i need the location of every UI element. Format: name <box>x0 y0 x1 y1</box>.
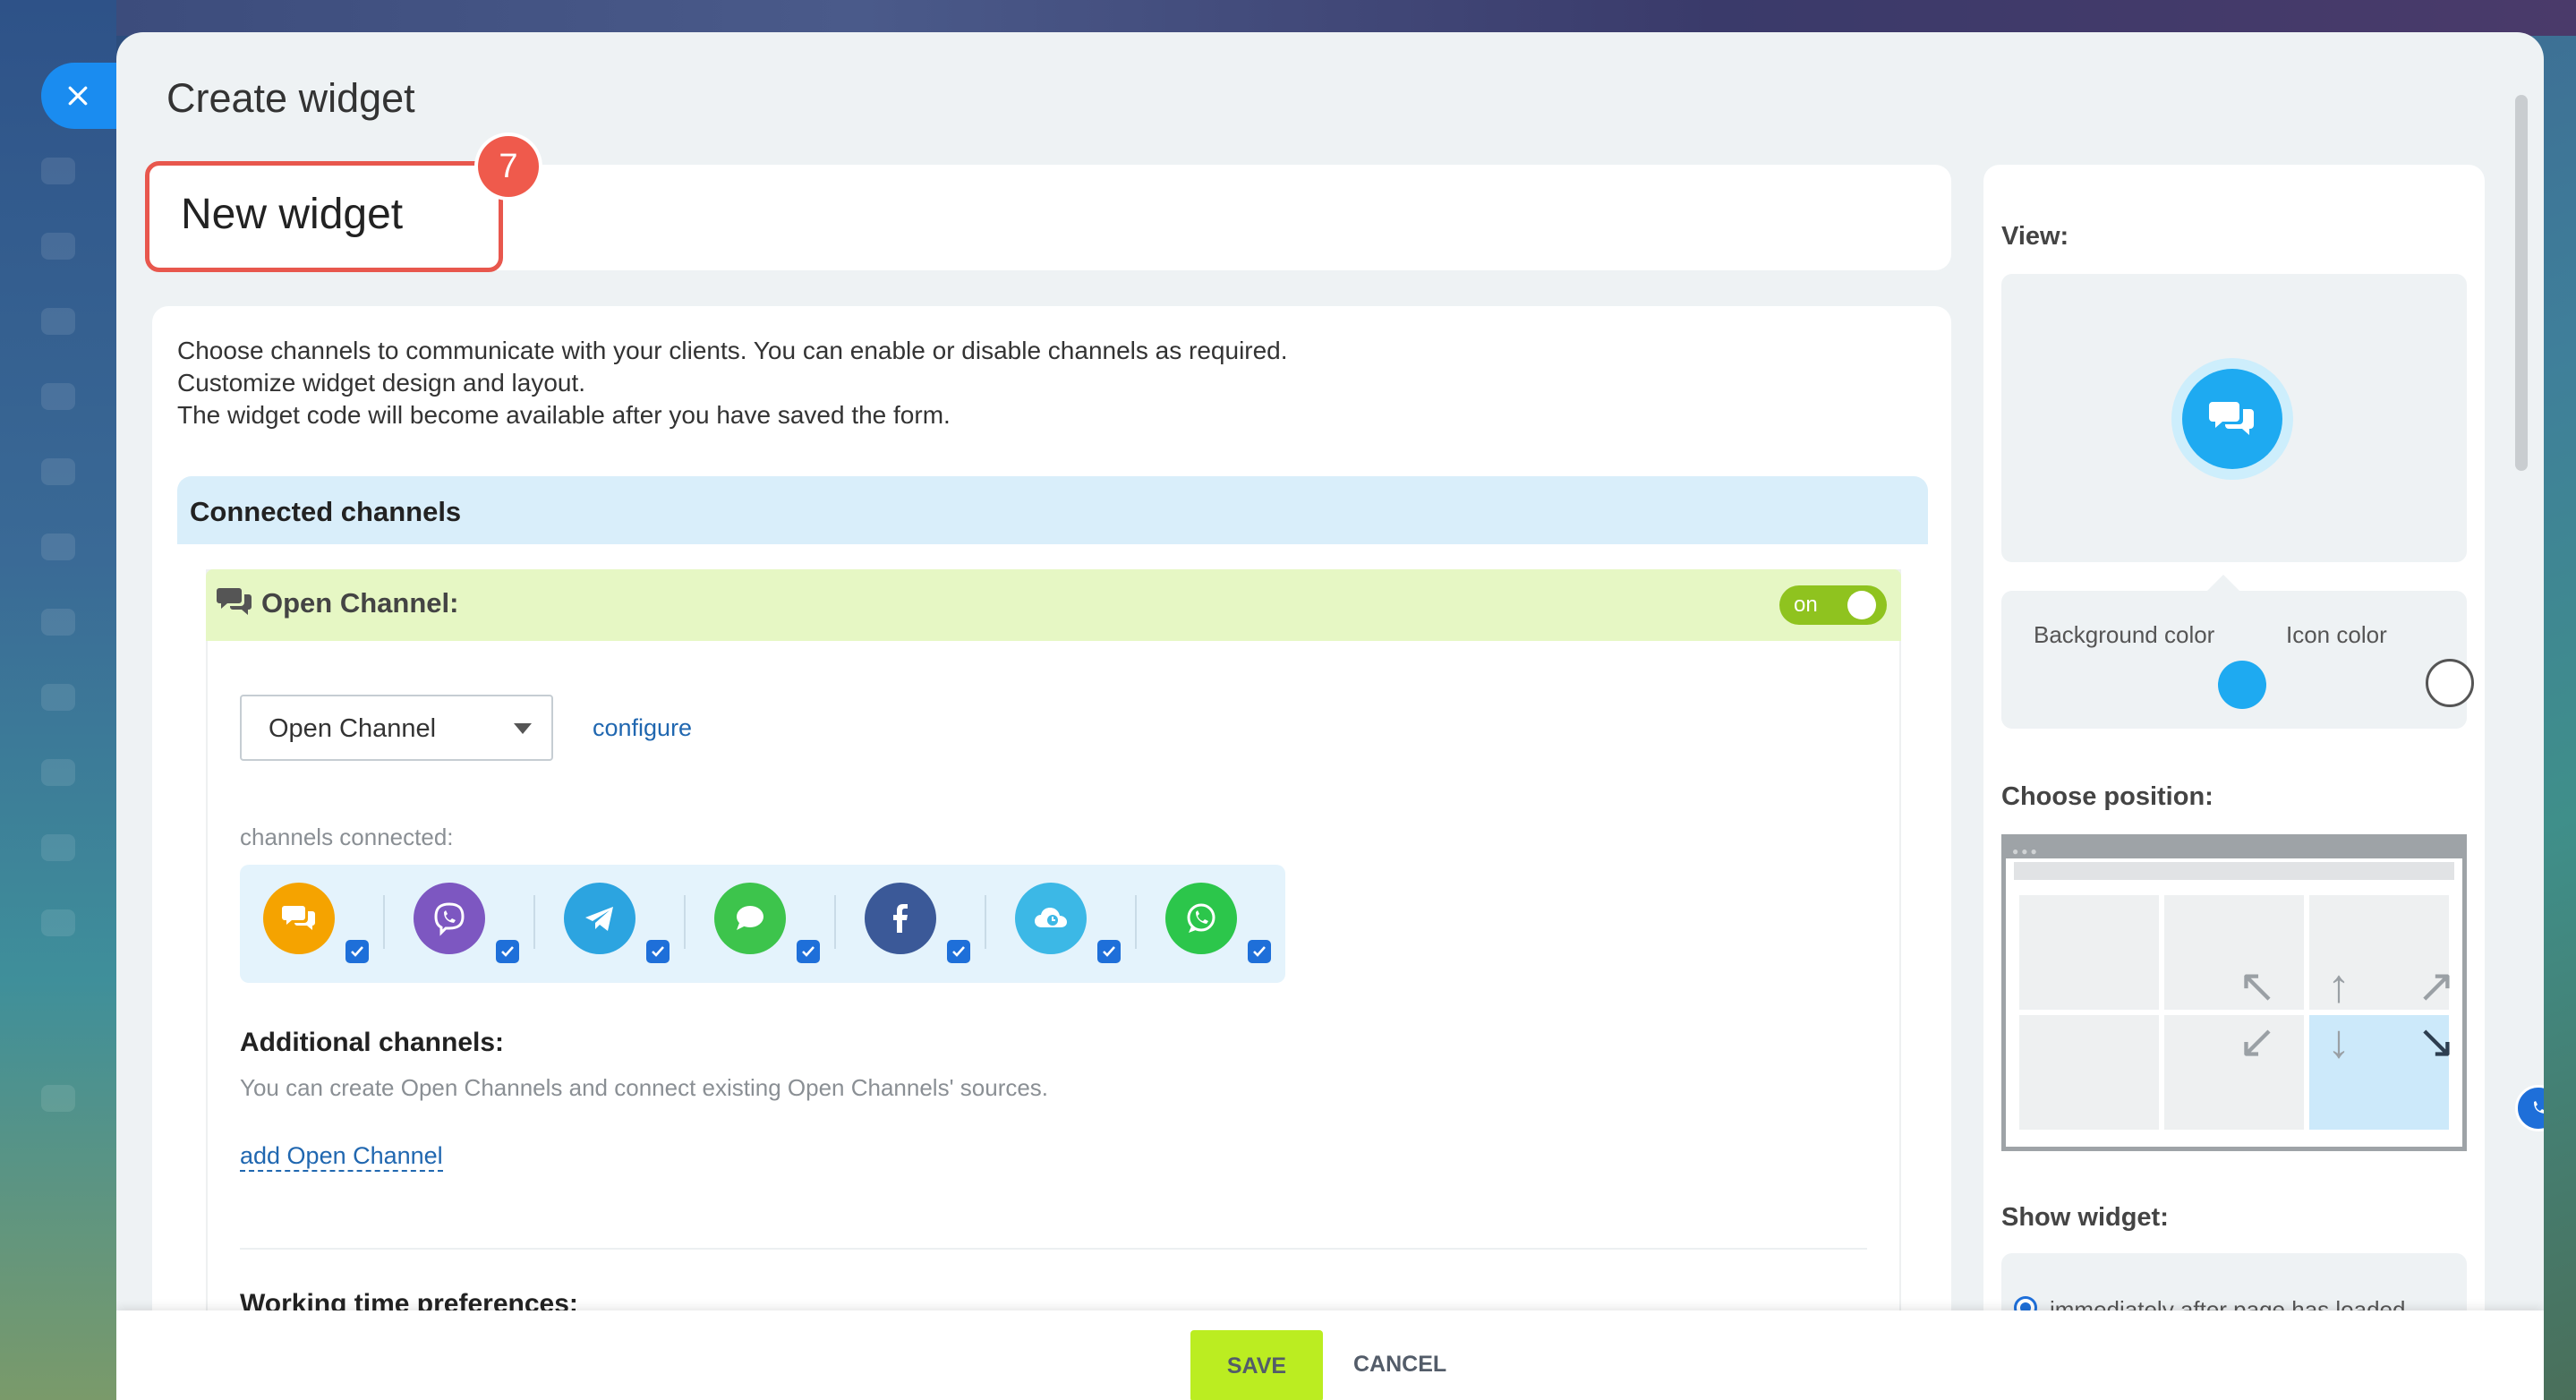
position-top-center[interactable] <box>2164 895 2304 1010</box>
color-settings <box>2001 591 2467 729</box>
viber-icon[interactable] <box>414 883 485 954</box>
nav-item[interactable] <box>41 1085 75 1112</box>
arrow-up-icon[interactable]: ↑ <box>2327 963 2350 1010</box>
channel-checkbox[interactable] <box>646 940 670 963</box>
left-navigation-bar <box>0 0 116 1400</box>
open-channel-header <box>206 569 1901 641</box>
page-title: Create widget <box>166 75 415 121</box>
background-color-label: Background color <box>2034 621 2215 648</box>
telegram-icon[interactable] <box>564 883 635 954</box>
intro-line: Customize widget design and layout. <box>177 369 586 397</box>
channel-separator <box>1135 895 1137 949</box>
browser-titlebar <box>2006 839 2462 858</box>
nav-item[interactable] <box>41 458 75 485</box>
imessage-icon[interactable] <box>714 883 786 954</box>
channel-separator <box>985 895 986 949</box>
arrow-down-left-icon[interactable]: ↙ <box>2238 1019 2277 1065</box>
color-box-notch <box>2207 575 2239 591</box>
step-badge: 7 <box>478 136 539 197</box>
intro-line: The widget code will become available af… <box>177 401 951 429</box>
position-bottom-center[interactable] <box>2164 1015 2304 1130</box>
open-channel-select-value[interactable]: Open Channel <box>269 714 436 744</box>
preview-widget-button[interactable] <box>2182 369 2282 469</box>
create-widget-panel: Create widget New widget 7 Choose channe… <box>116 32 2544 1400</box>
show-widget-label: Show widget: <box>2001 1203 2169 1232</box>
icon-color-swatch[interactable] <box>2426 659 2474 707</box>
chat-icon <box>2209 402 2254 435</box>
toggle-label: on <box>1794 593 1818 617</box>
channel-checkbox[interactable] <box>797 940 820 963</box>
intro-line: Choose channels to communicate with your… <box>177 337 1288 364</box>
additional-channels-description: You can create Open Channels and connect… <box>240 1074 1049 1101</box>
channel-separator <box>533 895 535 949</box>
whatsapp-icon[interactable] <box>1165 883 1237 954</box>
arrow-down-right-icon[interactable]: ↘ <box>2417 1019 2456 1065</box>
channel-checkbox[interactable] <box>1097 940 1121 963</box>
close-icon <box>68 86 88 106</box>
intro-text: Choose channels to communicate with your… <box>177 335 1288 431</box>
position-bottom-left[interactable] <box>2019 1015 2159 1130</box>
chat-bubbles-icon <box>217 588 252 615</box>
channel-separator <box>684 895 686 949</box>
channel-checkbox[interactable] <box>345 940 369 963</box>
nav-item[interactable] <box>41 308 75 335</box>
cloud-icon[interactable] <box>1015 883 1087 954</box>
channel-separator <box>834 895 836 949</box>
nav-item[interactable] <box>41 383 75 410</box>
chevron-down-icon[interactable] <box>514 723 532 734</box>
close-panel-button[interactable] <box>41 63 125 129</box>
panel-scrollbar[interactable] <box>2515 59 2528 1348</box>
arrow-down-icon[interactable]: ↓ <box>2327 1019 2350 1065</box>
nav-item[interactable] <box>41 233 75 260</box>
nav-item[interactable] <box>41 909 75 936</box>
browser-address-bar <box>2014 859 2454 883</box>
cancel-button[interactable]: CANCEL <box>1353 1352 1446 1378</box>
view-label: View: <box>2001 222 2069 251</box>
nav-item[interactable] <box>41 534 75 560</box>
channel-checkbox[interactable] <box>947 940 970 963</box>
nav-item[interactable] <box>41 759 75 786</box>
browser-dots: ●●● <box>2012 845 2040 858</box>
additional-channels-title: Additional channels: <box>240 1028 505 1057</box>
nav-item[interactable] <box>41 684 75 711</box>
connected-channels-title: Connected channels <box>190 496 462 527</box>
open-channel-title: Open Channel: <box>261 587 459 619</box>
footer-bar: SAVE CANCEL <box>116 1310 2544 1400</box>
arrow-up-right-icon[interactable]: ↗ <box>2417 963 2456 1010</box>
arrow-up-left-icon[interactable]: ↖ <box>2238 963 2277 1010</box>
icon-color-label: Icon color <box>2286 621 2387 648</box>
background-color-swatch[interactable] <box>2218 661 2266 709</box>
position-top-left[interactable] <box>2019 895 2159 1010</box>
background-top-band <box>0 0 2576 36</box>
choose-position-label: Choose position: <box>2001 782 2213 811</box>
widget-name-text[interactable]: New widget <box>181 190 403 239</box>
nav-item[interactable] <box>41 609 75 636</box>
nav-item[interactable] <box>41 158 75 184</box>
facebook-icon[interactable] <box>865 883 936 954</box>
channel-separator <box>383 895 385 949</box>
section-divider <box>240 1248 1867 1250</box>
add-open-channel-link[interactable]: add Open Channel <box>240 1142 443 1172</box>
channels-connected-label: channels connected: <box>240 824 454 850</box>
scrollbar-thumb[interactable] <box>2515 95 2528 471</box>
nav-item[interactable] <box>41 834 75 861</box>
channel-checkbox[interactable] <box>496 940 519 963</box>
toggle-knob[interactable] <box>1847 591 1876 619</box>
configure-link[interactable]: configure <box>593 714 692 742</box>
chat-icon[interactable] <box>263 883 335 954</box>
channel-checkbox[interactable] <box>1248 940 1271 963</box>
save-button[interactable]: SAVE <box>1190 1330 1323 1400</box>
